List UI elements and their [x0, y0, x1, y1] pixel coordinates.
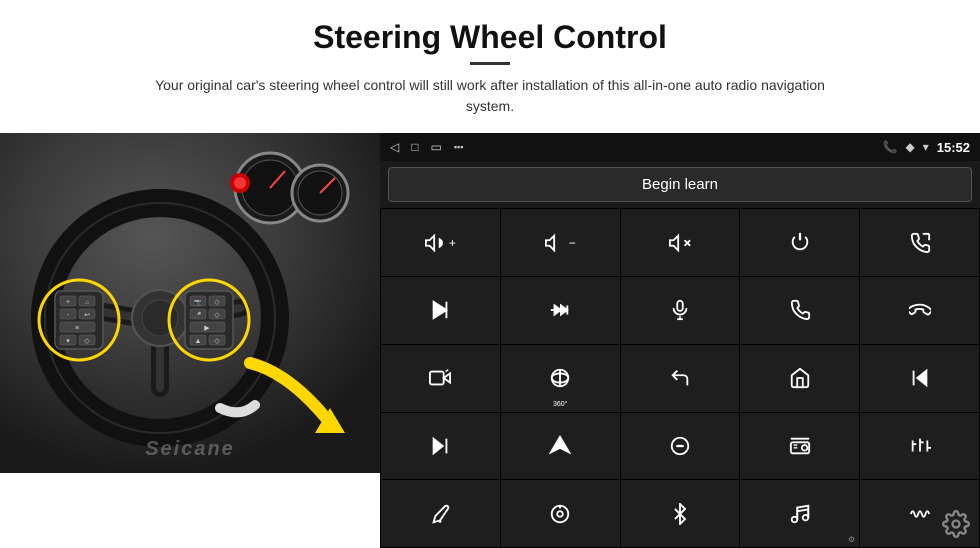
page-container: Steering Wheel Control Your original car…	[0, 0, 980, 548]
vol-down-label: −	[569, 236, 576, 250]
phone-button[interactable]	[740, 277, 859, 344]
home-nav-icon[interactable]: □	[411, 140, 418, 154]
knob-button[interactable]	[501, 480, 620, 547]
svg-text:◇: ◇	[214, 312, 220, 319]
vol-mute-button[interactable]	[621, 209, 740, 276]
music-button[interactable]: ⚙	[740, 480, 859, 547]
bluetooth-button[interactable]	[621, 480, 740, 547]
vol-up-button[interactable]: +	[381, 209, 500, 276]
status-bar: ◁ □ ▭ ▪▪▪ 📞 ◆ ▾ 15:52	[380, 133, 980, 161]
location-icon: ◆	[905, 140, 914, 154]
back-button[interactable]	[621, 345, 740, 412]
svg-text:↩: ↩	[84, 312, 90, 319]
steering-image: + ⌂ - ↩ ≡ ▾ ◇ 📷 ◇	[0, 133, 380, 473]
steering-wheel-svg: + ⌂ - ↩ ≡ ▾ ◇ 📷 ◇	[0, 133, 380, 473]
svg-text:▾: ▾	[66, 338, 70, 345]
rew-icon	[909, 367, 931, 389]
settings-icon	[942, 510, 970, 538]
camera-button[interactable]	[381, 345, 500, 412]
phone-icon: 📞	[883, 140, 898, 154]
home-icon	[789, 367, 811, 389]
phone-icon	[789, 299, 811, 321]
power-button[interactable]	[740, 209, 859, 276]
home-button[interactable]	[740, 345, 859, 412]
view-360-button[interactable]: 360°	[501, 345, 620, 412]
header-section: Steering Wheel Control Your original car…	[0, 0, 980, 125]
vol-mute-icon	[669, 232, 691, 254]
power-icon	[789, 232, 811, 254]
view-360-icon	[549, 367, 571, 389]
controls-grid: + −	[380, 208, 980, 548]
rew-button[interactable]	[860, 345, 979, 412]
wave-icon	[909, 503, 931, 525]
svg-text:≡: ≡	[75, 325, 79, 332]
signal-icon: ▪▪▪	[454, 142, 464, 152]
mic-button[interactable]	[621, 277, 740, 344]
svg-text:▶: ▶	[204, 325, 210, 332]
time-display: 15:52	[937, 140, 970, 155]
vol-down-button[interactable]: −	[501, 209, 620, 276]
status-right: 📞 ◆ ▾ 15:52	[883, 140, 970, 155]
vol-up-icon	[425, 232, 447, 254]
ff-next-icon	[549, 299, 571, 321]
call-answer-button[interactable]	[860, 209, 979, 276]
title-divider	[470, 62, 510, 65]
ff-next-button[interactable]	[501, 277, 620, 344]
music-settings-dot: ⚙	[848, 535, 855, 544]
page-title: Steering Wheel Control	[60, 18, 920, 56]
radio-button[interactable]	[740, 413, 859, 480]
svg-text:+: +	[66, 299, 70, 306]
nav-icon	[549, 435, 571, 457]
mic-icon	[669, 299, 691, 321]
status-left: ◁ □ ▭ ▪▪▪	[390, 140, 463, 154]
vol-up-label: +	[449, 236, 456, 250]
phone-call-icon	[909, 232, 931, 254]
ff2-button[interactable]	[381, 413, 500, 480]
svg-text:⌂: ⌂	[85, 300, 89, 306]
skip-next-icon	[429, 299, 451, 321]
back-icon	[669, 367, 691, 389]
svg-text:◇: ◇	[214, 338, 220, 345]
ff2-icon	[429, 435, 451, 457]
settings-button[interactable]	[940, 508, 972, 540]
radio-icon	[789, 435, 811, 457]
svg-text:▲: ▲	[195, 338, 202, 345]
svg-text:🎤: 🎤	[194, 311, 202, 319]
hang-up-button[interactable]	[860, 277, 979, 344]
skip-next-button[interactable]	[381, 277, 500, 344]
music-icon	[789, 503, 811, 525]
back-nav-icon[interactable]: ◁	[390, 140, 399, 154]
svg-text:📷: 📷	[194, 299, 202, 306]
pen-icon	[429, 503, 451, 525]
subtitle: Your original car's steering wheel contr…	[140, 75, 840, 117]
svg-text:◇: ◇	[214, 299, 220, 306]
svg-text:Seicane: Seicane	[145, 438, 235, 460]
begin-learn-row: Begin learn	[380, 161, 980, 208]
source-icon	[669, 435, 691, 457]
content-row: + ⌂ - ↩ ≡ ▾ ◇ 📷 ◇	[0, 133, 980, 548]
nav-button[interactable]	[501, 413, 620, 480]
360-label: 360°	[553, 401, 567, 408]
knob-icon	[549, 503, 571, 525]
recent-nav-icon[interactable]: ▭	[430, 140, 441, 154]
camera-icon	[429, 367, 451, 389]
source-button[interactable]	[621, 413, 740, 480]
eq-icon	[909, 435, 931, 457]
eq-button[interactable]	[860, 413, 979, 480]
begin-learn-button[interactable]: Begin learn	[388, 167, 972, 202]
bluetooth-icon	[669, 503, 691, 525]
svg-text:◇: ◇	[84, 338, 90, 345]
android-panel: ◁ □ ▭ ▪▪▪ 📞 ◆ ▾ 15:52 Begin learn	[380, 133, 980, 548]
hang-up-icon	[909, 299, 931, 321]
pen-button[interactable]	[381, 480, 500, 547]
vol-down-icon	[545, 232, 567, 254]
wifi-icon: ▾	[923, 140, 929, 154]
